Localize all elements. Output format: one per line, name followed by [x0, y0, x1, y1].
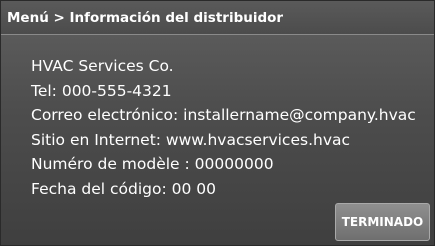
- done-button[interactable]: TERMINADO: [335, 203, 430, 241]
- dealer-info-list: HVAC Services Co. Tel: 000-555-4321 Corr…: [31, 54, 416, 201]
- dealer-phone: Tel: 000-555-4321: [31, 81, 172, 100]
- title-bar: Menú > Información del distribuidor: [1, 1, 434, 35]
- breadcrumb-title: Menú > Información del distribuidor: [7, 9, 284, 26]
- dealer-email: Correo electrónico: installername@compan…: [31, 106, 416, 124]
- dealer-info-screen: Menú > Información del distribuidor HVAC…: [0, 0, 435, 246]
- dealer-company-name: HVAC Services Co.: [31, 57, 174, 75]
- model-number: Numéro de modèle : 00000000: [31, 155, 274, 173]
- dealer-website: Sitio en Internet: www.hvacservices.hvac: [31, 130, 351, 149]
- date-code: Fecha del código: 00 00: [31, 179, 216, 198]
